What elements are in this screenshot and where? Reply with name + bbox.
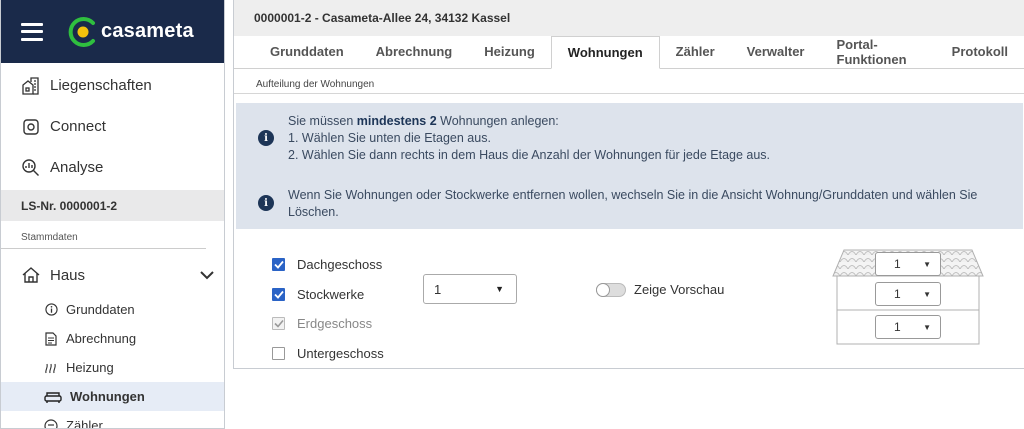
stockwerke-count-select[interactable]: 1 ▼ (423, 274, 517, 304)
tab-zaehler[interactable]: Zähler (660, 35, 731, 68)
nav-item-liegenschaften[interactable]: Liegenschaften (1, 65, 224, 106)
sidebar-item-haus[interactable]: Haus (1, 255, 224, 295)
meter-icon (44, 418, 58, 428)
chevron-down-icon[interactable] (200, 267, 214, 284)
info-icon (44, 303, 58, 317)
floor-label: Stockwerke (297, 286, 365, 302)
sub-item-label: Heizung (66, 360, 114, 375)
caret-down-icon: ▼ (923, 322, 931, 332)
floor-row-untergeschoss[interactable]: Untergeschoss (272, 339, 384, 369)
nav-item-connect[interactable]: Connect (1, 106, 224, 147)
erdgeschoss-apartments-select[interactable]: 1 ▼ (875, 315, 941, 339)
tab-portal-funktionen[interactable]: Portal-Funktionen (821, 35, 936, 68)
tab-protokoll[interactable]: Protokoll (936, 35, 1024, 68)
document-icon (44, 331, 58, 346)
haus-label: Haus (50, 266, 86, 284)
info-message-delete: i Wenn Sie Wohnungen oder Stockwerke ent… (258, 187, 977, 221)
floor-row-dachgeschoss[interactable]: Dachgeschoss (272, 250, 384, 280)
sub-item-label: Abrechnung (66, 331, 137, 346)
preview-toggle[interactable]: Zeige Vorschau (596, 282, 724, 297)
info-box: i Sie müssen mindestens 2 Wohnungen anle… (236, 103, 1023, 229)
floor-row-erdgeschoss: Erdgeschoss (272, 309, 384, 339)
untergeschoss-checkbox[interactable] (272, 346, 285, 360)
caret-down-icon: ▼ (923, 259, 931, 269)
sidebar-item-wohnungen[interactable]: Wohnungen (1, 382, 224, 411)
brand-name: casameta (101, 20, 194, 42)
menu-icon[interactable] (21, 22, 43, 41)
nav-label: Connect (50, 118, 106, 135)
nav-label: Liegenschaften (50, 77, 152, 94)
house-icon (21, 265, 41, 285)
info-message-requirements: i Sie müssen mindestens 2 Wohnungen anle… (258, 113, 770, 164)
logo-bar: casameta (1, 0, 224, 63)
section-title: Aufteilung der Wohnungen (234, 69, 1024, 94)
heating-icon (44, 361, 58, 375)
select-value: 1 (434, 281, 442, 297)
sofa-icon (44, 390, 62, 404)
stammdaten-label: Stammdaten (1, 232, 206, 249)
stockwerke-checkbox[interactable] (272, 287, 285, 301)
sub-item-label: Grunddaten (66, 302, 135, 317)
info-circle-icon: i (258, 195, 274, 211)
tab-heizung[interactable]: Heizung (468, 35, 551, 68)
sidebar-item-abrechnung[interactable]: Abrechnung (1, 324, 224, 353)
tab-verwalter[interactable]: Verwalter (731, 35, 821, 68)
tab-grunddaten[interactable]: Grunddaten (254, 35, 360, 68)
dachgeschoss-apartments-select[interactable]: 1 ▼ (875, 252, 941, 276)
caret-down-icon: ▼ (495, 284, 504, 294)
house-preview: 1 ▼ 1 ▼ 1 ▼ (832, 248, 984, 345)
floor-label: Untergeschoss (297, 345, 384, 361)
dachgeschoss-checkbox[interactable] (272, 258, 285, 272)
preview-toggle-switch[interactable] (596, 282, 626, 297)
main-panel: 0000001-2 - Casameta-Allee 24, 34132 Kas… (233, 0, 1024, 369)
sidebar-item-zaehler[interactable]: Zähler (1, 411, 224, 429)
buildings-icon (21, 76, 41, 96)
caret-down-icon: ▼ (923, 289, 931, 299)
sub-item-label: Zähler (66, 418, 103, 429)
stockwerk-apartments-select[interactable]: 1 ▼ (875, 282, 941, 306)
sidebar-item-heizung[interactable]: Heizung (1, 353, 224, 382)
tab-abrechnung[interactable]: Abrechnung (360, 35, 469, 68)
floor-checklist: Dachgeschoss Stockwerke Erdgeschoss Unte… (272, 250, 384, 368)
ls-number: LS-Nr. 0000001-2 (1, 190, 224, 221)
info-circle-icon: i (258, 130, 274, 146)
floor-row-stockwerke[interactable]: Stockwerke (272, 280, 384, 310)
sidebar-item-grunddaten[interactable]: Grunddaten (1, 295, 224, 324)
sidebar: casameta Liegenschaften Connect Analyse … (0, 0, 225, 429)
erdgeschoss-checkbox (272, 317, 285, 331)
nav-item-analyse[interactable]: Analyse (1, 147, 224, 188)
brand-logo[interactable]: casameta (67, 16, 194, 48)
analyse-icon (21, 158, 41, 178)
floor-label: Erdgeschoss (297, 316, 373, 332)
connect-icon (21, 117, 41, 137)
floor-label: Dachgeschoss (297, 257, 383, 273)
page-title: 0000001-2 - Casameta-Allee 24, 34132 Kas… (234, 0, 1024, 36)
nav-label: Analyse (50, 159, 104, 176)
sub-item-label: Wohnungen (70, 389, 145, 404)
casameta-logo-icon (67, 16, 99, 48)
tab-wohnungen[interactable]: Wohnungen (550, 36, 660, 69)
tab-bar: Grunddaten Abrechnung Heizung Wohnungen … (234, 36, 1024, 69)
preview-toggle-label: Zeige Vorschau (634, 282, 725, 297)
